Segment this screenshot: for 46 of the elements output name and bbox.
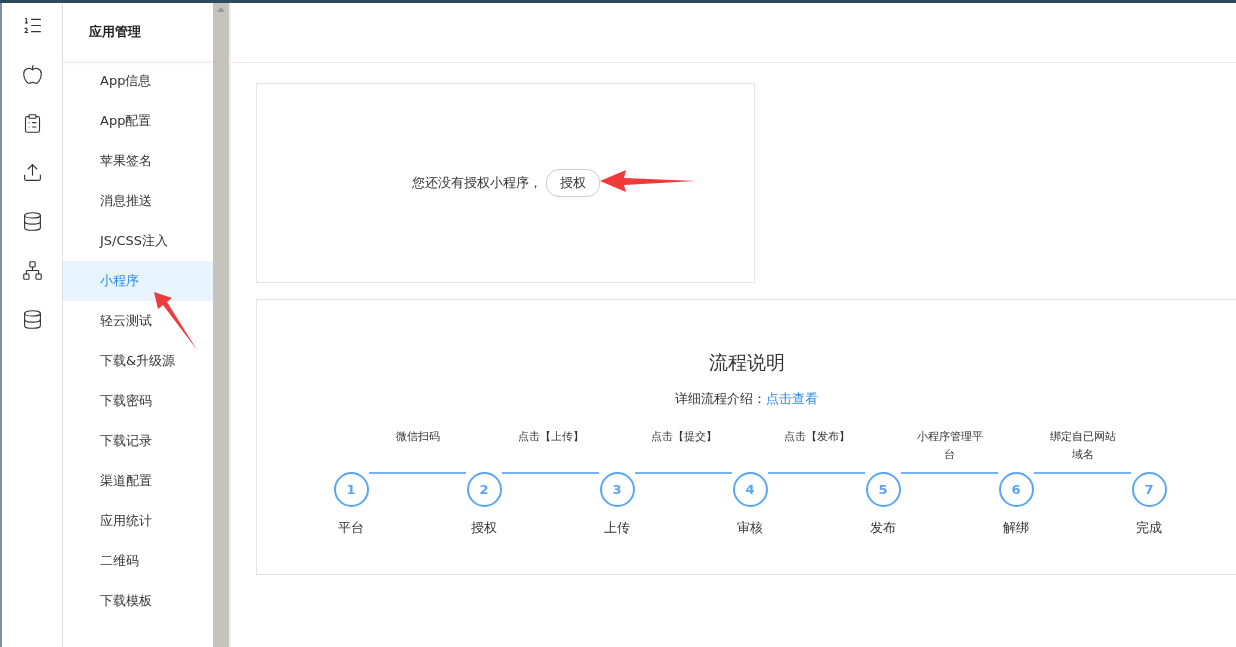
step-action: 点击【发布】 — [782, 429, 851, 445]
step-label: 上传 — [604, 519, 630, 537]
step-circle: 7 — [1131, 472, 1167, 507]
menu-item[interactable]: App配置 — [63, 101, 213, 141]
apple-icon[interactable] — [21, 64, 43, 85]
menu-item[interactable]: 应用统计 — [63, 501, 213, 541]
process-intro: 详细流程介绍：点击查看 — [675, 390, 818, 408]
menu-item[interactable]: 下载密码 — [63, 381, 213, 421]
step-action: 微信扫码 — [394, 429, 441, 445]
step-action: 点击【提交】 — [649, 429, 718, 445]
menu-item[interactable]: 下载模板 — [63, 581, 213, 621]
list-icon[interactable] — [21, 15, 43, 36]
view-link[interactable]: 点击查看 — [766, 391, 818, 406]
scrollbar[interactable] — [213, 3, 231, 647]
menu-item[interactable]: JS/CSS注入 — [63, 221, 213, 261]
step-label: 审核 — [737, 519, 763, 537]
menu-item[interactable]: 苹果签名 — [63, 141, 213, 181]
step-label: 解绑 — [1003, 519, 1029, 537]
upload-icon[interactable] — [21, 162, 43, 183]
step-action: 点击【上传】 — [516, 429, 585, 445]
step-action: 小程序管理平台 — [915, 429, 984, 463]
menu-item[interactable]: App信息 — [63, 61, 213, 101]
auth-message: 您还没有授权小程序， — [411, 174, 542, 192]
step-circle: 6 — [998, 472, 1034, 507]
menu-item[interactable]: 轻云测试 — [63, 301, 213, 341]
database-icon[interactable] — [21, 309, 43, 330]
step-circle: 2 — [466, 472, 502, 507]
step-label: 平台 — [338, 519, 364, 537]
step-circle: 3 — [599, 472, 635, 507]
step-label: 授权 — [471, 519, 497, 537]
database-icon[interactable] — [21, 211, 43, 232]
step-label: 完成 — [1136, 519, 1162, 537]
menu-item[interactable]: 下载记录 — [63, 421, 213, 461]
menu-item[interactable]: 消息推送 — [63, 181, 213, 221]
menu-item[interactable]: 下载&升级源 — [63, 341, 213, 381]
menu-item[interactable]: 渠道配置 — [63, 461, 213, 501]
step-label: 发布 — [870, 519, 896, 537]
step-circle: 4 — [732, 472, 768, 507]
menu-item[interactable]: 二维码 — [63, 541, 213, 581]
process-title: 流程说明 — [708, 350, 785, 375]
authorize-button[interactable]: 授权 — [545, 169, 600, 197]
step-circle: 1 — [333, 472, 369, 507]
hierarchy-icon[interactable] — [21, 260, 43, 281]
step-circle: 5 — [865, 472, 901, 507]
step-action: 绑定自已网站域名 — [1048, 429, 1117, 463]
menu-title: 应用管理 — [63, 3, 213, 61]
